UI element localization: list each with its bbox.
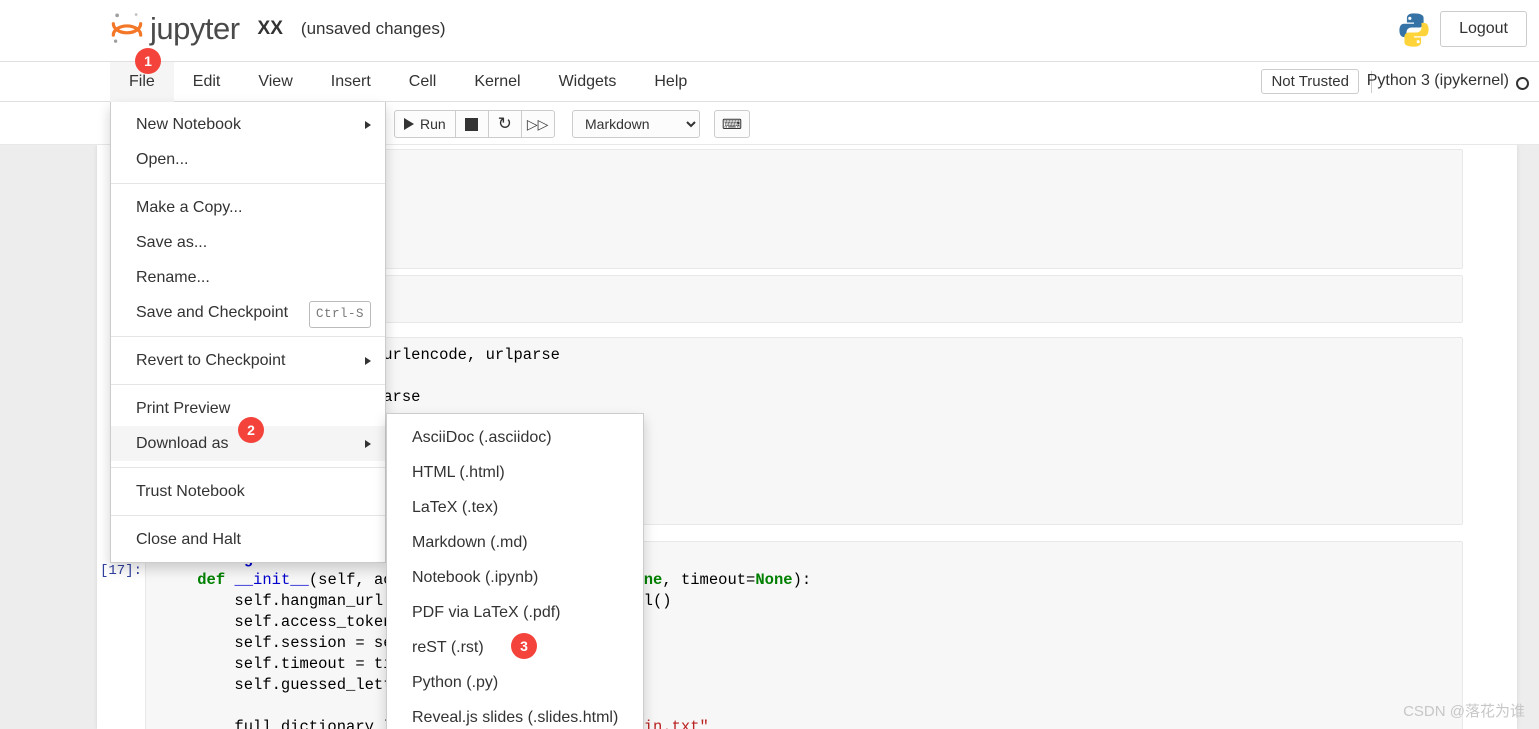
step-badge-1: 1 [135,48,161,74]
submenu-caret-icon [365,439,371,448]
download-item-html[interactable]: HTML (.html) [387,455,643,490]
restart-run-all-button[interactable]: ▷▷ [520,110,555,138]
logout-button[interactable]: Logout [1440,11,1527,47]
command-palette-keyboard-icon: ⌨ [721,115,743,132]
submenu-caret-icon [365,356,371,365]
download-item-notebook[interactable]: Notebook (.ipynb) [387,560,643,595]
brand-wordmark[interactable]: jupyter [150,10,240,48]
item-label: Print Preview [136,400,231,417]
toolbar-celltype-group: Markdown [572,110,700,138]
kernel-indicator-label: Python 3 (ipykernel) [1366,72,1509,89]
restart-kernel-button[interactable]: ↻ [487,110,522,138]
download-item-revealjs-slides[interactable]: Reveal.js slides (.slides.html) [387,700,643,729]
step-badge-3: 3 [511,633,537,659]
menu-help[interactable]: Help [635,62,706,102]
restart-kernel-icon: ↻ [497,114,512,133]
item-label: Reveal.js slides (.slides.html) [412,709,619,726]
brand-area: jupyter XX (unsaved changes) [110,10,446,48]
item-label: HTML (.html) [412,464,505,481]
submenu-caret-icon [365,120,371,129]
stop-square-icon [465,117,479,131]
item-label: Save and Checkpoint [136,304,289,321]
file-menu-item-revert-to-checkpoint[interactable]: Revert to Checkpoint [111,343,385,378]
step-badge-2: 2 [238,417,264,443]
python-logo-icon [1394,10,1434,50]
file-menu-item-close-and-halt[interactable]: Close and Halt [111,522,385,557]
item-label: reST (.rst) [412,639,484,656]
menu-kernel[interactable]: Kernel [455,62,539,102]
file-menu-item-trust-notebook[interactable]: Trust Notebook [111,474,385,509]
item-label: Make a Copy... [136,199,243,216]
item-label: LaTeX (.tex) [412,499,499,516]
menu-items-group: File Edit View Insert Cell Kernel Widget… [110,62,706,102]
menu-edit[interactable]: Edit [174,62,240,102]
menu-separator [111,467,385,468]
run-label: Run [420,116,446,132]
menu-insert[interactable]: Insert [312,62,390,102]
fast-forward-icon: ▷▷ [526,115,549,132]
item-label: Rename... [136,269,210,286]
file-menu-dropdown: New Notebook Open... Make a Copy... Save… [110,102,386,563]
download-item-pdf-via-latex[interactable]: PDF via LaTeX (.pdf) [387,595,643,630]
item-label: Open... [136,151,189,168]
cell-code-text: class hangmanAPI: def __init__(self, acc… [160,550,812,729]
play-triangle-icon [404,118,414,130]
menu-view[interactable]: View [239,62,311,102]
download-item-markdown[interactable]: Markdown (.md) [387,525,643,560]
download-item-latex[interactable]: LaTeX (.tex) [387,490,643,525]
run-cell-button[interactable]: Run [394,110,456,138]
save-status-label: (unsaved changes) [300,19,446,38]
download-as-submenu: AsciiDoc (.asciidoc) HTML (.html) LaTeX … [386,413,644,729]
item-label: Download as [136,435,229,452]
shortcut-label: Ctrl-S [308,301,371,328]
notebook-title[interactable]: XX [258,10,283,48]
item-label: Save as... [136,234,208,251]
jupyter-notebook-window: s ions .parse import parse_qs, urlencode… [0,0,1539,729]
item-label: Revert to Checkpoint [136,352,286,369]
item-label: New Notebook [136,116,241,133]
menu-separator [111,336,385,337]
menu-separator [111,515,385,516]
file-menu-item-open[interactable]: Open... [111,142,385,177]
trust-status-badge[interactable]: Not Trusted [1261,69,1359,94]
jupyter-logo-icon[interactable] [110,10,144,48]
download-item-python[interactable]: Python (.py) [387,665,643,700]
item-label: Close and Halt [136,531,241,548]
item-label: Markdown (.md) [412,534,528,551]
toolbar-run-group: Run ↻ ▷▷ [394,110,555,138]
command-palette-button[interactable]: ⌨ [714,110,750,138]
item-label: PDF via LaTeX (.pdf) [412,604,561,621]
item-label: Python (.py) [412,674,499,691]
menu-separator [111,183,385,184]
file-menu-item-rename[interactable]: Rename... [111,260,385,295]
csdn-watermark: CSDN @落花为谁 [1403,703,1525,720]
menu-cell[interactable]: Cell [390,62,456,102]
item-label: Trust Notebook [136,483,245,500]
notebook-cell-code-hangman[interactable]: In [17]: class hangmanAPI: def __init__(… [100,541,1463,729]
kernel-idle-circle-icon[interactable] [1516,77,1529,90]
file-menu-item-new-notebook[interactable]: New Notebook [111,107,385,142]
item-label: Notebook (.ipynb) [412,569,539,586]
menu-bar: File Edit View Insert Cell Kernel Widget… [0,62,1539,102]
file-menu-item-save-as[interactable]: Save as... [111,225,385,260]
toolbar-palette-group: ⌨ [714,110,750,138]
menu-separator [111,384,385,385]
cell-type-select[interactable]: Markdown [572,110,700,138]
file-menu-item-save-and-checkpoint[interactable]: Save and Checkpoint Ctrl-S [111,295,385,330]
file-menu-item-make-a-copy[interactable]: Make a Copy... [111,190,385,225]
item-label: AsciiDoc (.asciidoc) [412,429,552,446]
notebook-header: jupyter XX (unsaved changes) Logout [0,0,1539,62]
interrupt-kernel-button[interactable] [454,110,489,138]
download-item-asciidoc[interactable]: AsciiDoc (.asciidoc) [387,420,643,455]
menu-widgets[interactable]: Widgets [540,62,636,102]
